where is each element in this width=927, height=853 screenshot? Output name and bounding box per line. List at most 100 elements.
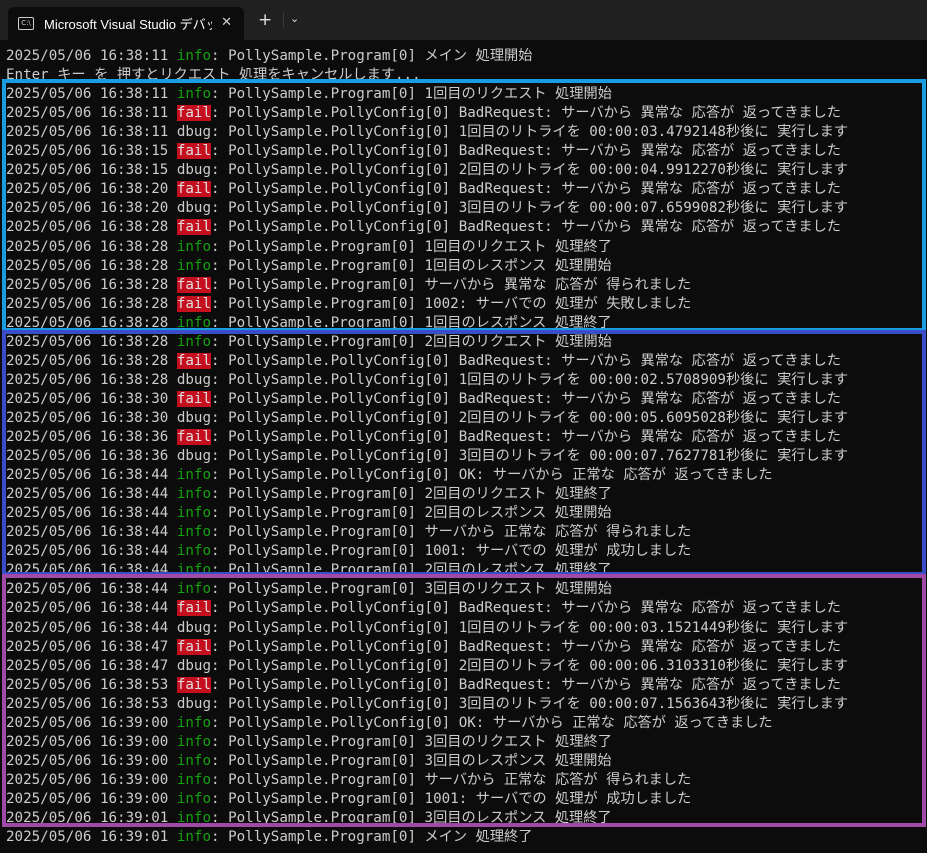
log-message: info: PollySample.Program[0] メイン 処理開始 xyxy=(176,48,533,64)
title-bar: C:\ Microsoft Visual Studio デバッグ ✕ + ⌄ xyxy=(0,0,927,40)
log-line: 2025/05/06 16:38:28 info: PollySample.Pr… xyxy=(6,333,612,352)
log-timestamp: 2025/05/06 16:38:11 xyxy=(6,48,169,64)
log-level-dbug: dbug xyxy=(176,162,212,179)
titlebar-divider xyxy=(283,12,284,28)
log-level-info: info xyxy=(176,257,212,274)
log-level-info: info xyxy=(176,314,212,331)
log-timestamp: 2025/05/06 16:38:36 xyxy=(6,448,169,465)
log-message: : PollySample.PollyConfig[0] 1回目のリトライを 0… xyxy=(211,124,849,141)
log-line: 2025/05/06 16:38:44 info: PollySample.Pr… xyxy=(6,485,612,504)
log-timestamp: 2025/05/06 16:38:11 xyxy=(6,124,169,141)
log-line: 2025/05/06 16:38:28 fail: PollySample.Po… xyxy=(6,352,841,371)
log-timestamp: 2025/05/06 16:38:28 xyxy=(6,295,169,312)
log-timestamp: 2025/05/06 16:38:28 xyxy=(6,257,169,274)
log-message: : PollySample.PollyConfig[0] BadRequest:… xyxy=(211,143,841,160)
tab-title: Microsoft Visual Studio デバッグ xyxy=(44,17,212,32)
log-line: 2025/05/06 16:38:36 fail: PollySample.Po… xyxy=(6,428,841,447)
log-timestamp: 2025/05/06 16:38:44 xyxy=(6,524,169,541)
new-tab-icon[interactable]: + xyxy=(258,10,272,30)
log-timestamp: 2025/05/06 16:38:44 xyxy=(6,619,169,636)
log-timestamp: 2025/05/06 16:38:15 xyxy=(6,162,169,179)
log-timestamp: 2025/05/06 16:38:44 xyxy=(6,562,169,579)
log-timestamp: 2025/05/06 16:38:53 xyxy=(6,676,169,693)
log-timestamp: 2025/05/06 16:38:53 xyxy=(6,695,169,712)
log-level-fail: fail xyxy=(176,600,212,617)
log-timestamp: 2025/05/06 16:39:00 xyxy=(6,714,169,731)
log-message: : PollySample.Program[0] 3回目のレスポンス 処理終了 xyxy=(211,810,612,826)
log-message: : PollySample.PollyConfig[0] BadRequest:… xyxy=(211,638,841,655)
log-message: : PollySample.Program[0] 1001: サーバでの 処理が… xyxy=(211,790,692,807)
log-line: 2025/05/06 16:38:28 fail: PollySample.Pr… xyxy=(6,276,691,295)
log-timestamp: 2025/05/06 16:38:44 xyxy=(6,600,169,617)
log-line: 2025/05/06 16:38:11 dbug: PollySample.Po… xyxy=(6,123,848,142)
log-line: 2025/05/06 16:38:20 dbug: PollySample.Po… xyxy=(6,199,848,218)
log-level-fail: fail xyxy=(176,105,212,122)
log-line: 2025/05/06 16:38:28 info: PollySample.Pr… xyxy=(6,257,612,276)
log-level-info: info xyxy=(176,524,212,541)
log-line: 2025/05/06 16:39:01 info: PollySample.Pr… xyxy=(6,828,532,847)
log-line: 2025/05/06 16:38:11 info: PollySample.Pr… xyxy=(6,85,612,104)
log-level-dbug: dbug xyxy=(176,657,212,674)
log-timestamp: 2025/05/06 16:38:44 xyxy=(6,543,169,560)
log-timestamp: 2025/05/06 16:38:15 xyxy=(6,143,169,160)
log-line: 2025/05/06 16:38:44 fail: PollySample.Po… xyxy=(6,599,841,618)
log-message: : PollySample.PollyConfig[0] 1回目のリトライを 0… xyxy=(211,619,849,636)
log-line: 2025/05/06 16:38:11 info: PollySample.Pr… xyxy=(6,47,532,66)
log-message: : PollySample.PollyConfig[0] 2回目のリトライを 0… xyxy=(211,162,849,179)
log-timestamp: 2025/05/06 16:38:47 xyxy=(6,657,169,674)
log-message: : PollySample.PollyConfig[0] BadRequest:… xyxy=(211,390,841,407)
log-level-dbug: dbug xyxy=(176,695,212,712)
log-line: 2025/05/06 16:38:47 fail: PollySample.Po… xyxy=(6,638,841,657)
close-icon[interactable]: ✕ xyxy=(221,15,232,30)
log-level-info: info xyxy=(176,790,212,807)
log-level-fail: fail xyxy=(176,429,212,445)
log-level-fail: fail xyxy=(176,143,212,160)
log-timestamp: 2025/05/06 16:38:30 xyxy=(6,409,169,426)
log-line: 2025/05/06 16:38:30 fail: PollySample.Po… xyxy=(6,390,841,409)
log-message: : PollySample.Program[0] 1回目のレスポンス 処理開始 xyxy=(211,257,612,274)
log-message: : PollySample.PollyConfig[0] 2回目のリトライを 0… xyxy=(211,657,849,674)
log-timestamp: 2025/05/06 16:38:44 xyxy=(6,486,169,503)
log-level-dbug: dbug xyxy=(176,448,212,465)
log-line: Enter キー を 押すとリクエスト 処理をキャンセルします... xyxy=(6,66,421,85)
log-line: 2025/05/06 16:38:28 fail: PollySample.Pr… xyxy=(6,295,691,314)
log-timestamp: 2025/05/06 16:38:44 xyxy=(6,581,169,598)
log-level-fail: fail xyxy=(176,676,212,693)
log-level-fail: fail xyxy=(176,352,212,369)
log-message: : PollySample.Program[0] 1回目のレスポンス 処理終了 xyxy=(211,314,612,331)
log-line: 2025/05/06 16:39:00 info: PollySample.Pr… xyxy=(6,733,612,752)
log-timestamp: 2025/05/06 16:39:00 xyxy=(6,771,169,788)
log-message: : PollySample.Program[0] 1回目のリクエスト 処理終了 xyxy=(211,238,612,255)
log-message: : PollySample.PollyConfig[0] BadRequest:… xyxy=(211,600,841,617)
log-timestamp: 2025/05/06 16:38:20 xyxy=(6,181,169,198)
log-line: 2025/05/06 16:38:28 fail: PollySample.Po… xyxy=(6,218,841,237)
log-timestamp: 2025/05/06 16:38:28 xyxy=(6,333,169,350)
log-level-fail: fail xyxy=(176,181,212,198)
log-message: : PollySample.Program[0] 2回目のリクエスト 処理終了 xyxy=(211,486,612,503)
log-level-dbug: dbug xyxy=(176,200,212,217)
log-level-info: info xyxy=(176,543,212,560)
log-message: : PollySample.Program[0] サーバから 正常な 応答が 得… xyxy=(211,524,692,541)
log-level-fail: fail xyxy=(176,390,212,407)
chevron-down-icon[interactable]: ⌄ xyxy=(290,12,299,25)
log-level-info: info xyxy=(176,505,212,522)
log-level-info: info xyxy=(176,714,212,731)
log-timestamp: 2025/05/06 16:39:01 xyxy=(6,810,169,826)
terminal-tab[interactable]: C:\ Microsoft Visual Studio デバッグ ✕ xyxy=(8,7,244,40)
log-line: 2025/05/06 16:38:44 info: PollySample.Po… xyxy=(6,466,773,485)
log-message: : PollySample.Program[0] 3回目のレスポンス 処理開始 xyxy=(211,752,612,769)
console-output[interactable]: 2025/05/06 16:38:11 info: PollySample.Pr… xyxy=(0,43,927,853)
log-level-fail: fail xyxy=(176,638,212,655)
log-timestamp: 2025/05/06 16:38:36 xyxy=(6,429,169,445)
log-level-info: info xyxy=(176,562,212,579)
log-message: : PollySample.Program[0] 2回目のリクエスト 処理開始 xyxy=(211,333,612,350)
log-timestamp: 2025/05/06 16:39:01 xyxy=(6,829,169,846)
log-message: : PollySample.PollyConfig[0] BadRequest:… xyxy=(211,181,841,198)
log-message: : PollySample.PollyConfig[0] BadRequest:… xyxy=(211,219,841,236)
log-level-info: info xyxy=(176,467,212,484)
log-message: : PollySample.Program[0] 1002: サーバでの 処理が… xyxy=(211,295,692,312)
log-timestamp: 2025/05/06 16:38:28 xyxy=(6,238,169,255)
log-message: : PollySample.PollyConfig[0] 3回目のリトライを 0… xyxy=(211,200,849,217)
console-icon: C:\ xyxy=(18,17,34,30)
log-line: 2025/05/06 16:38:20 fail: PollySample.Po… xyxy=(6,180,841,199)
